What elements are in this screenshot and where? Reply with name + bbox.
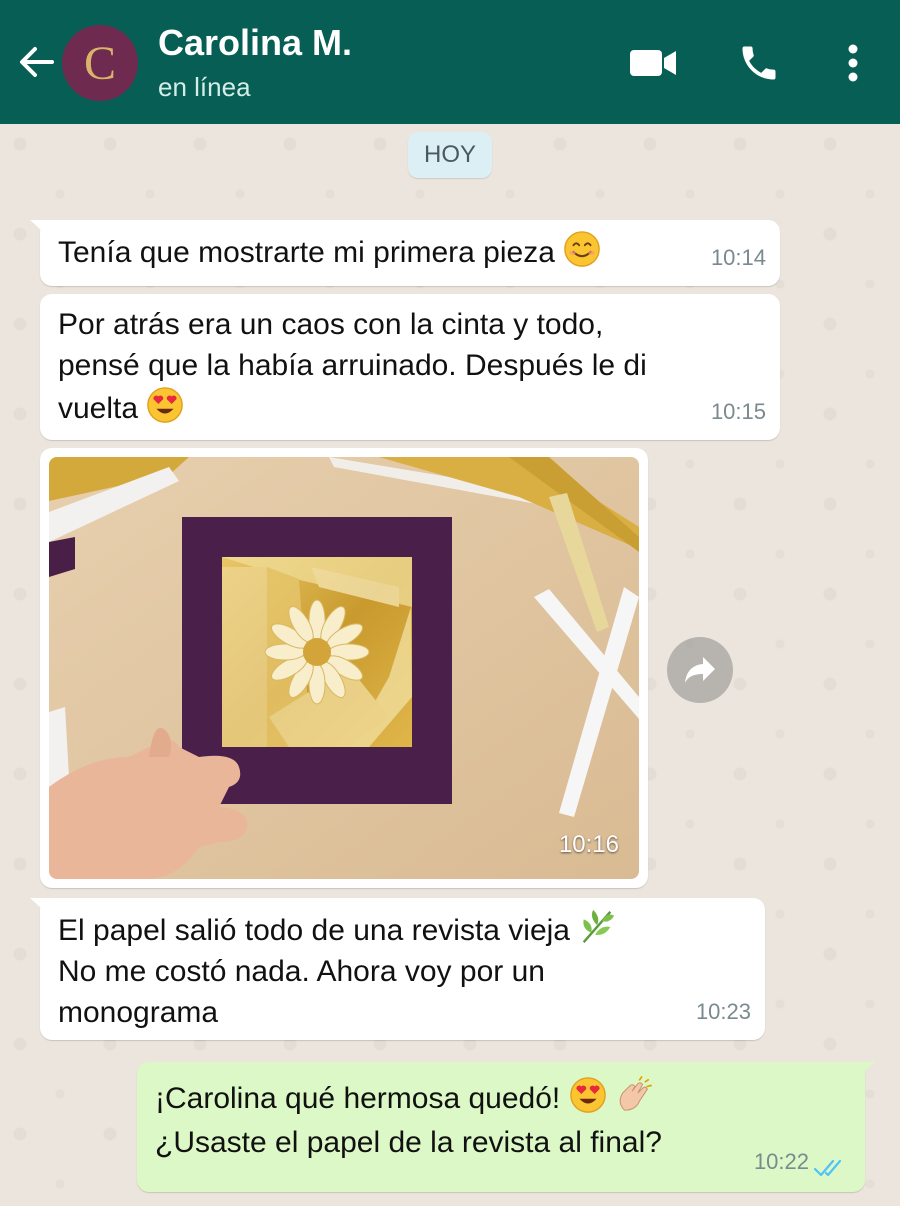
phone-icon[interactable] bbox=[734, 38, 784, 88]
message-line: vuelta bbox=[58, 392, 139, 425]
message-text: Tenía que mostrarte mi primera pieza bbox=[58, 230, 601, 273]
message-time: 10:14 bbox=[710, 245, 766, 270]
message-line: Tenía que mostrarte mi primera pieza bbox=[58, 236, 555, 269]
message-text: El papel salió todo de una revista vieja… bbox=[58, 908, 616, 1033]
message-bubble-outgoing[interactable]: ¡Carolina qué hermosa quedó! ¿Usaste el … bbox=[137, 1062, 875, 1192]
heart-eyes-emoji bbox=[569, 1077, 606, 1113]
message-line: No me costó nada. Ahora voy por un bbox=[58, 955, 545, 988]
forward-icon[interactable] bbox=[667, 637, 733, 703]
message-time: 10:22 bbox=[753, 1149, 809, 1174]
message-bubble-incoming[interactable]: Tenía que mostrarte mi primera pieza 10:… bbox=[30, 220, 780, 286]
back-arrow-icon[interactable] bbox=[14, 40, 58, 84]
chat-header: C Carolina M. en línea bbox=[0, 0, 900, 124]
contact-status: en línea bbox=[158, 72, 251, 102]
photo-content bbox=[49, 457, 639, 879]
read-receipt-icon bbox=[813, 1159, 842, 1177]
message-line: monograma bbox=[58, 996, 219, 1029]
message-line: Por atrás era un caos con la cinta y tod… bbox=[58, 308, 604, 341]
smiling-face-emoji bbox=[564, 231, 601, 267]
bubble-tail bbox=[855, 1062, 875, 1080]
message-bubble-incoming[interactable]: El papel salió todo de una revista vieja… bbox=[30, 898, 765, 1040]
avatar-letter: C bbox=[83, 36, 116, 90]
clapping-hands-emoji bbox=[619, 1076, 652, 1111]
date-separator: HOY bbox=[408, 132, 492, 178]
message-bubble-incoming[interactable]: Por atrás era un caos con la cinta y tod… bbox=[40, 294, 780, 440]
message-time: 10:15 bbox=[710, 399, 766, 424]
contact-name[interactable]: Carolina M. bbox=[158, 22, 352, 64]
message-line: pensé que la había arruinado. Después le… bbox=[58, 349, 647, 382]
message-time: 10:23 bbox=[695, 999, 751, 1024]
heart-eyes-emoji bbox=[147, 387, 184, 423]
message-line: ¡Carolina qué hermosa quedó! bbox=[155, 1082, 561, 1115]
bubble-tail bbox=[30, 220, 50, 238]
message-text: Por atrás era un caos con la cinta y tod… bbox=[58, 304, 647, 429]
message-time: 10:16 bbox=[558, 831, 619, 858]
message-line: ¿Usaste el papel de la revista al final? bbox=[155, 1126, 662, 1159]
message-line: El papel salió todo de una revista vieja bbox=[58, 914, 570, 947]
herb-emoji bbox=[583, 909, 615, 943]
more-vert-icon[interactable] bbox=[828, 38, 878, 88]
message-text: ¡Carolina qué hermosa quedó! ¿Usaste el … bbox=[155, 1076, 662, 1165]
shared-photo[interactable]: 10:16 bbox=[49, 457, 639, 879]
avatar[interactable]: C bbox=[62, 25, 138, 101]
bubble-tail bbox=[30, 898, 50, 916]
video-call-icon[interactable] bbox=[628, 38, 678, 88]
image-message-bubble[interactable]: 10:16 bbox=[40, 448, 648, 888]
